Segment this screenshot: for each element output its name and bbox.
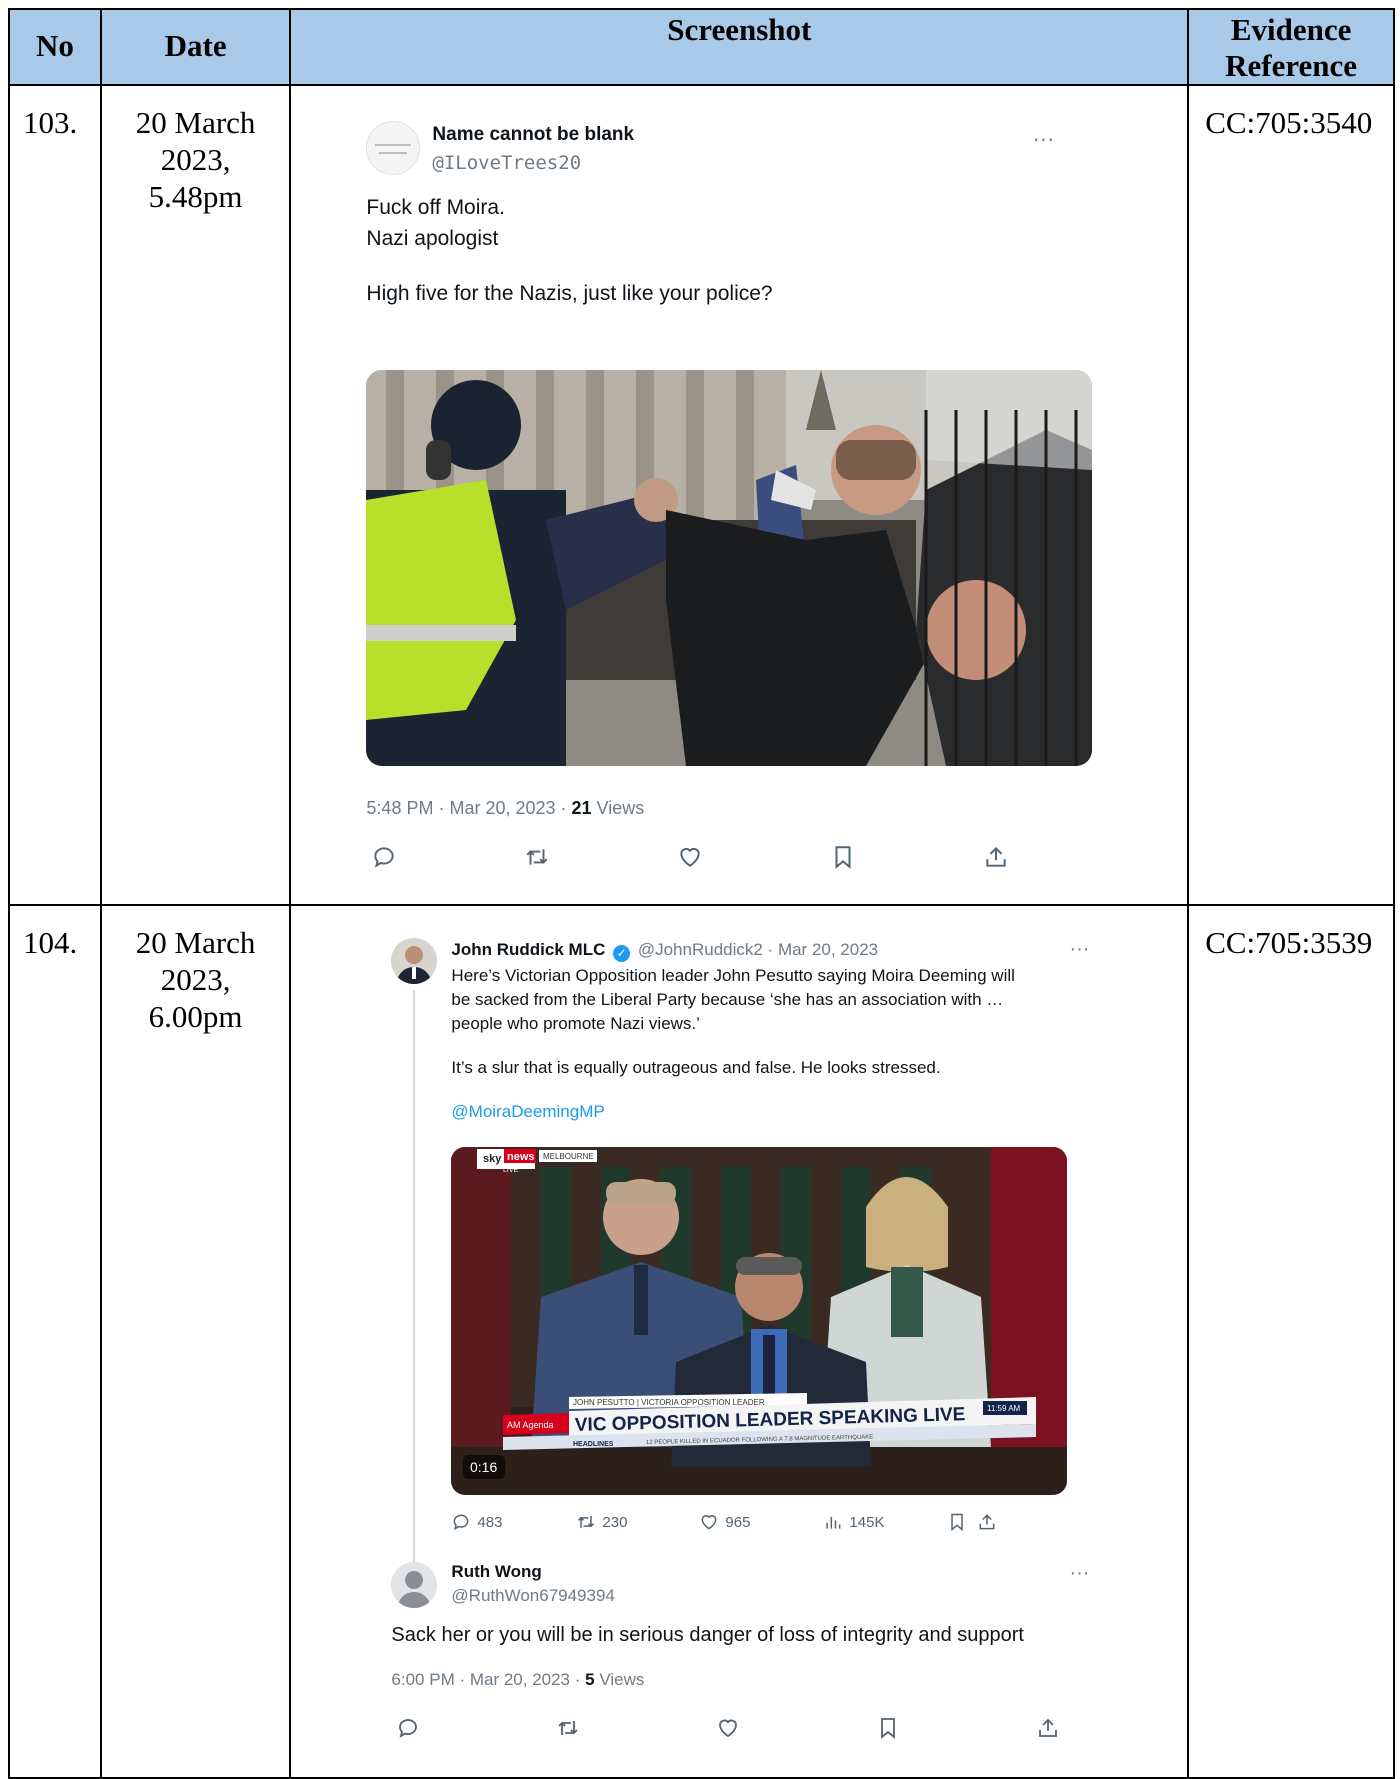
news-logo-text: news xyxy=(507,1151,535,1163)
views-chart-icon xyxy=(826,1517,841,1529)
retweet-icon xyxy=(578,1516,595,1528)
more-options-icon[interactable]: ··· xyxy=(1032,126,1054,152)
program-label: AM Agenda xyxy=(507,1420,554,1430)
verified-badge-icon: ✓ xyxy=(613,945,631,962)
tweet-card: Name cannot be blank @ILoveTrees20 ··· F… xyxy=(366,116,1106,876)
tweet-video[interactable]: sky news LIVE MELBOURNE JOHN PESUTTO | V… xyxy=(451,1147,1068,1495)
tweet-stats: 483 230 965 145K xyxy=(451,1512,1071,1538)
strap-time: 11:59 AM xyxy=(987,1404,1021,1413)
table-row: 104. 20 March 2023, 6.00pm John Ruddick … xyxy=(8,904,1395,1779)
evidence-reference: CC:705:3540 xyxy=(1187,84,1395,906)
reply-icon[interactable] xyxy=(371,844,397,870)
table-row: 103. 20 March 2023, 5.48pm Name cannot b… xyxy=(8,84,1395,906)
view-count[interactable]: 145K xyxy=(823,1512,884,1532)
reply-count[interactable]: 483 xyxy=(451,1512,502,1532)
tweet-actions xyxy=(371,844,1091,874)
row-date: 20 March 2023, 6.00pm xyxy=(99,904,292,1779)
reply-author-handle[interactable]: @RuthWon67949394 xyxy=(451,1586,614,1606)
retweet-icon[interactable] xyxy=(524,844,550,870)
video-duration: 0:16 xyxy=(470,1459,497,1475)
tweet-text: Fuck off Moira. Nazi apologist High five… xyxy=(366,196,773,305)
row-date: 20 March 2023, 5.48pm xyxy=(99,84,292,906)
retweet-icon[interactable] xyxy=(556,1716,580,1740)
avatar[interactable] xyxy=(391,1562,438,1608)
header-evidence-reference: Evidence Reference xyxy=(1187,8,1395,86)
share-icon[interactable] xyxy=(1036,1716,1060,1740)
ticker-label: HEADLINES xyxy=(573,1441,614,1448)
reply-text: Sack her or you will be in serious dange… xyxy=(391,1624,1024,1646)
like-icon[interactable] xyxy=(716,1716,740,1740)
bookmark-icon[interactable] xyxy=(947,1512,967,1532)
header-no: No xyxy=(8,8,102,86)
table-header-row: No Date Screenshot Evidence Reference xyxy=(8,8,1395,86)
row-number: 103. xyxy=(8,84,102,906)
sky-logo-text: sky xyxy=(483,1153,502,1165)
bookmark-icon[interactable] xyxy=(830,844,856,870)
bookmark-icon[interactable] xyxy=(876,1716,900,1740)
tweet-thread: John Ruddick MLC ✓ @JohnRuddick2 · Mar 2… xyxy=(391,934,1111,1774)
share-icon[interactable] xyxy=(983,844,1009,870)
tweet-author-name[interactable]: Name cannot be blank xyxy=(432,124,634,146)
tweet-text: Here’s Victorian Opposition leader John … xyxy=(451,964,1071,1124)
reply-actions xyxy=(396,1716,1058,1744)
tweet-author-name[interactable]: John Ruddick MLC xyxy=(451,940,605,959)
tweet-meta: 5:48 PM · Mar 20, 2023 · 21 Views xyxy=(366,798,645,818)
news-video-frame: sky news LIVE MELBOURNE JOHN PESUTTO | V… xyxy=(451,1147,1068,1495)
reply-icon xyxy=(454,1514,469,1531)
row-screenshot: Name cannot be blank @ILoveTrees20 ··· F… xyxy=(289,84,1190,906)
region-label: MELBOURNE xyxy=(543,1152,594,1161)
avatar[interactable] xyxy=(366,121,421,175)
thread-line xyxy=(413,990,416,1575)
live-label: LIVE xyxy=(503,1167,519,1174)
evidence-reference: CC:705:3539 xyxy=(1187,904,1395,1779)
strap-name: JOHN PESUTTO | VICTORIA OPPOSITION LEADE… xyxy=(573,1398,765,1407)
like-icon xyxy=(702,1515,717,1530)
more-options-icon[interactable]: ··· xyxy=(1069,1562,1089,1585)
reply-author-name[interactable]: Ruth Wong xyxy=(451,1562,541,1582)
share-icon[interactable] xyxy=(977,1512,997,1532)
mention-link[interactable]: @MoiraDeemingMP xyxy=(451,1100,1071,1124)
tweet-header: John Ruddick MLC ✓ @JohnRuddick2 · Mar 2… xyxy=(451,940,878,962)
tweet-author-handle[interactable]: @ILoveTrees20 xyxy=(432,152,581,174)
like-count[interactable]: 965 xyxy=(699,1512,750,1532)
more-options-icon[interactable]: ··· xyxy=(1069,938,1089,961)
avatar[interactable] xyxy=(391,938,438,984)
reply-icon[interactable] xyxy=(396,1716,420,1740)
header-screenshot: Screenshot xyxy=(289,8,1190,86)
row-number: 104. xyxy=(8,904,102,1779)
row-screenshot: John Ruddick MLC ✓ @JohnRuddick2 · Mar 2… xyxy=(289,904,1190,1779)
evidence-table: No Date Screenshot Evidence Reference 10… xyxy=(8,8,1395,1779)
reply-meta: 6:00 PM · Mar 20, 2023 · 5 Views xyxy=(391,1670,645,1689)
like-icon[interactable] xyxy=(677,844,703,870)
header-date: Date xyxy=(99,8,292,86)
retweet-count[interactable]: 230 xyxy=(576,1512,627,1532)
protest-photo-illustration xyxy=(366,370,1093,766)
tweet-photo[interactable] xyxy=(366,370,1093,766)
tweet-author-handle[interactable]: @JohnRuddick2 · Mar 20, 2023 xyxy=(638,940,878,959)
